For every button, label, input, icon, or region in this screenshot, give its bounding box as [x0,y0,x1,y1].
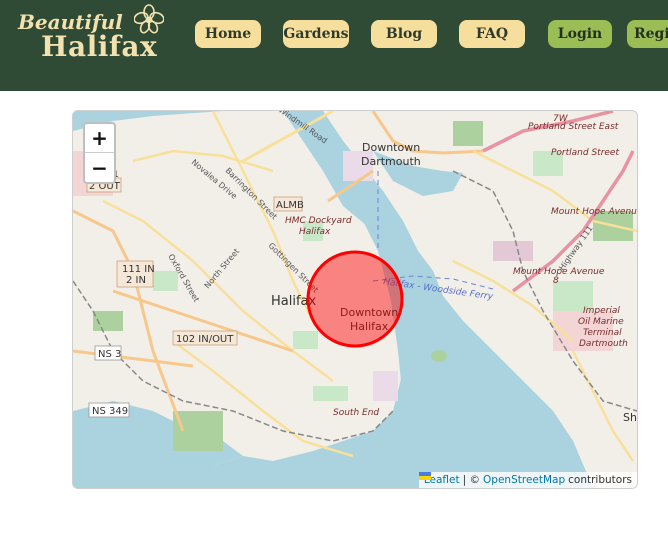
map-label-2-in: 2 IN [126,275,146,286]
nav-login-button[interactable]: Login [548,20,612,48]
map-attribution: Leaflet | © OpenStreetMap contributors [418,472,637,488]
map-label-imperial-1: Imperial [583,306,620,316]
map-label-dartmouth: Dartmouth [361,155,421,168]
map-label-portland-east: Portland Street East [528,122,619,132]
map-label-sh: Sh [623,411,637,424]
attribution-separator: | © [462,474,481,486]
attribution-contributors: contributors [568,474,632,486]
flower-icon [134,4,164,34]
location-circle-marker[interactable] [306,250,404,348]
nav-gardens-button[interactable]: Gardens [283,20,349,48]
site-logo[interactable]: Beautiful Halifax [16,4,166,64]
map-label-almb: ALMB [276,200,304,211]
openstreetmap-link[interactable]: OpenStreetMap [483,474,565,486]
map-label-ns349: NS 349 [92,406,128,417]
zoom-control: + − [83,122,116,184]
map-container[interactable]: 2 OUT 1 111 IN 2 IN 102 IN/OUT NS 3 NS 3… [72,110,638,489]
map-label-imperial-2: Oil Marine [578,317,624,327]
map-label-ns3: NS 3 [98,349,121,360]
map-label-111-in: 111 IN [122,264,155,275]
map-tiles[interactable]: 2 OUT 1 111 IN 2 IN 102 IN/OUT NS 3 NS 3… [73,111,637,488]
zoom-out-button[interactable]: − [85,153,114,182]
ukraine-flag-icon [418,472,431,480]
map-label-mount-hope-1: Mount Hope Avenue [551,207,637,217]
map-label-portland: Portland Street [551,148,619,158]
map-label-south-end: South End [333,408,379,418]
nav-faq-button[interactable]: FAQ [459,20,525,48]
zoom-in-button[interactable]: + [85,124,114,153]
map-label-8: 8 [553,276,559,286]
map-label-7w: 7W [553,114,569,124]
nav-blog-button[interactable]: Blog [371,20,437,48]
nav-home-button[interactable]: Home [195,20,261,48]
map-label-102: 102 IN/OUT [176,334,234,345]
map-label-imperial-4: Dartmouth [579,339,628,349]
nav-register-button[interactable]: Regis [627,20,668,48]
map-label-hmc-halifax: Halifax [299,227,331,237]
map-label-imperial-3: Terminal [583,328,622,338]
map-label-hmc: HMC Dockyard [285,216,352,226]
map-label-downtown-dartmouth: Downtown [362,141,420,154]
site-header: Beautiful Halifax Home Gardens Blog FAQ … [0,0,668,91]
